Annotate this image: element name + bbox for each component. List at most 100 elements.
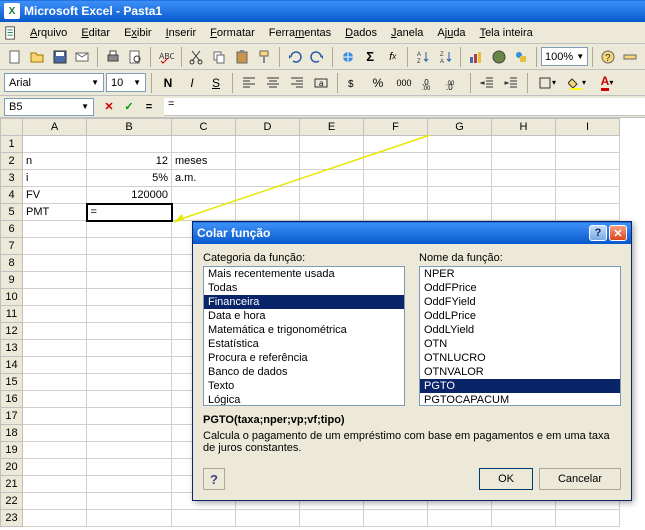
cell-A13[interactable]	[23, 340, 87, 357]
open-icon[interactable]	[27, 46, 49, 68]
cell-B14[interactable]	[87, 357, 172, 374]
cell-H5[interactable]	[492, 204, 556, 221]
paste-icon[interactable]	[231, 46, 253, 68]
cell-A19[interactable]	[23, 442, 87, 459]
cell-B15[interactable]	[87, 374, 172, 391]
ruler-icon[interactable]	[620, 46, 642, 68]
cell-A9[interactable]	[23, 272, 87, 289]
cell-B16[interactable]	[87, 391, 172, 408]
function-item[interactable]: PGTOCAPACUM	[420, 393, 620, 406]
accept-formula-icon[interactable]: ✓	[120, 98, 138, 116]
cell-D4[interactable]	[236, 187, 300, 204]
cell-B12[interactable]	[87, 323, 172, 340]
row-header-7[interactable]: 7	[1, 238, 23, 255]
cell-B4[interactable]: 120000	[87, 187, 172, 204]
row-header-17[interactable]: 17	[1, 408, 23, 425]
row-header-5[interactable]: 5	[1, 204, 23, 221]
cell-I3[interactable]	[556, 170, 620, 187]
cell-B20[interactable]	[87, 459, 172, 476]
menu-editar[interactable]: Editar	[75, 25, 116, 41]
cell-B18[interactable]	[87, 425, 172, 442]
cut-icon[interactable]	[186, 46, 208, 68]
cancel-formula-icon[interactable]: ✕	[100, 98, 118, 116]
cell-H2[interactable]	[492, 153, 556, 170]
edit-formula-icon[interactable]: =	[140, 98, 158, 116]
row-header-23[interactable]: 23	[1, 510, 23, 527]
select-all-corner[interactable]	[1, 119, 23, 136]
function-item[interactable]: OTNLUCRO	[420, 351, 620, 365]
function-item[interactable]: OddLYield	[420, 323, 620, 337]
cell-H4[interactable]	[492, 187, 556, 204]
cell-B5[interactable]: =	[87, 204, 172, 221]
row-header-20[interactable]: 20	[1, 459, 23, 476]
underline-button[interactable]: S	[205, 72, 227, 94]
format-painter-icon[interactable]	[253, 46, 275, 68]
cell-I4[interactable]	[556, 187, 620, 204]
cell-A8[interactable]	[23, 255, 87, 272]
name-box[interactable]: B5▼	[4, 98, 94, 116]
cell-E5[interactable]	[300, 204, 364, 221]
cell-A7[interactable]	[23, 238, 87, 255]
cell-F4[interactable]	[364, 187, 428, 204]
col-header-I[interactable]: I	[556, 119, 620, 136]
menu-ferramentas[interactable]: Ferramentas	[263, 25, 337, 41]
row-header-15[interactable]: 15	[1, 374, 23, 391]
row-header-14[interactable]: 14	[1, 357, 23, 374]
category-item[interactable]: Matemática e trigonométrica	[204, 323, 404, 337]
function-item[interactable]: OddFPrice	[420, 281, 620, 295]
cell-B3[interactable]: 5%	[87, 170, 172, 187]
row-header-4[interactable]: 4	[1, 187, 23, 204]
cancel-button[interactable]: Cancelar	[539, 468, 621, 490]
col-header-E[interactable]: E	[300, 119, 364, 136]
category-item[interactable]: Banco de dados	[204, 365, 404, 379]
col-header-H[interactable]: H	[492, 119, 556, 136]
col-header-G[interactable]: G	[428, 119, 492, 136]
help-icon[interactable]: ?	[597, 46, 619, 68]
currency-icon[interactable]: $	[343, 72, 365, 94]
cell-E2[interactable]	[300, 153, 364, 170]
col-header-C[interactable]: C	[172, 119, 236, 136]
row-header-6[interactable]: 6	[1, 221, 23, 238]
cell-C4[interactable]	[172, 187, 236, 204]
cell-D3[interactable]	[236, 170, 300, 187]
cell-I1[interactable]	[556, 136, 620, 153]
menu-tela-inteira[interactable]: Tela inteira	[474, 25, 539, 41]
row-header-11[interactable]: 11	[1, 306, 23, 323]
cell-F1[interactable]	[364, 136, 428, 153]
cell-A23[interactable]	[23, 510, 87, 527]
col-header-A[interactable]: A	[23, 119, 87, 136]
hyperlink-icon[interactable]	[337, 46, 359, 68]
cell-H1[interactable]	[492, 136, 556, 153]
save-icon[interactable]	[49, 46, 71, 68]
cell-E1[interactable]	[300, 136, 364, 153]
cell-G3[interactable]	[428, 170, 492, 187]
cell-H3[interactable]	[492, 170, 556, 187]
cell-D23[interactable]	[236, 510, 300, 527]
cell-F3[interactable]	[364, 170, 428, 187]
cell-A11[interactable]	[23, 306, 87, 323]
cell-C1[interactable]	[172, 136, 236, 153]
cell-A14[interactable]	[23, 357, 87, 374]
italic-button[interactable]: I	[181, 72, 203, 94]
category-item[interactable]: Texto	[204, 379, 404, 393]
cell-G1[interactable]	[428, 136, 492, 153]
cell-A1[interactable]	[23, 136, 87, 153]
menu-inserir[interactable]: Inserir	[160, 25, 203, 41]
cell-I2[interactable]	[556, 153, 620, 170]
cell-G4[interactable]	[428, 187, 492, 204]
cell-F5[interactable]	[364, 204, 428, 221]
function-item[interactable]: OTNVALOR	[420, 365, 620, 379]
cell-A22[interactable]	[23, 493, 87, 510]
cell-I5[interactable]	[556, 204, 620, 221]
cell-C23[interactable]	[172, 510, 236, 527]
dialog-help-button[interactable]: ?	[203, 468, 225, 490]
print-preview-icon[interactable]	[125, 46, 147, 68]
align-right-icon[interactable]	[286, 72, 308, 94]
category-item[interactable]: Data e hora	[204, 309, 404, 323]
cell-B21[interactable]	[87, 476, 172, 493]
cell-A10[interactable]	[23, 289, 87, 306]
dialog-close-icon[interactable]: ✕	[609, 225, 627, 241]
row-header-2[interactable]: 2	[1, 153, 23, 170]
cell-F2[interactable]	[364, 153, 428, 170]
align-center-icon[interactable]	[262, 72, 284, 94]
